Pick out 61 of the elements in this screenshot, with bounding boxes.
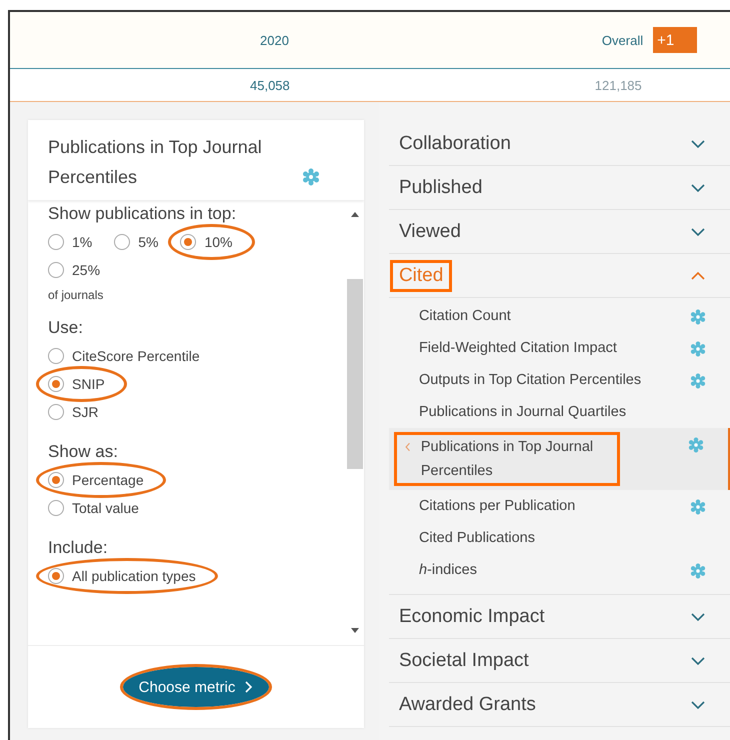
value-cell: 45,058 bbox=[250, 78, 290, 92]
group-label: Show publications in top: bbox=[48, 204, 236, 224]
column-header: Overall bbox=[602, 32, 644, 48]
section-label: Cited bbox=[390, 260, 452, 292]
metric-item[interactable]: Citations per Publication bbox=[388, 490, 730, 522]
section-label: Published bbox=[398, 176, 484, 200]
radio-option[interactable]: All publication types bbox=[48, 562, 204, 590]
item-label: h-indices bbox=[418, 561, 477, 579]
chevron-down-icon bbox=[690, 182, 706, 192]
item-label: Outputs in Top Citation Percentiles bbox=[418, 371, 642, 389]
column-header: 2020 bbox=[260, 32, 289, 48]
item-label: Citation Count bbox=[418, 307, 511, 325]
menu-section[interactable]: Societal Impact bbox=[388, 639, 730, 683]
menu-section[interactable]: Published bbox=[388, 166, 730, 210]
title-text: Publications in Top Journal Percentiles bbox=[48, 136, 263, 189]
item-label: Publications in Top Journal Percentiles bbox=[420, 438, 594, 481]
section-label: Economic Impact bbox=[398, 604, 546, 628]
scrollbar[interactable] bbox=[346, 200, 364, 645]
item-label: Field-Weighted Citation Impact bbox=[418, 339, 617, 357]
section-label: Awarded Grants bbox=[398, 692, 537, 716]
item-label: Cited Publications bbox=[418, 529, 536, 547]
chevron-right-icon bbox=[243, 680, 254, 694]
chevron-left-icon bbox=[404, 441, 411, 453]
chevron-down-icon bbox=[690, 612, 706, 622]
item-label: Citations per Publication bbox=[418, 497, 576, 515]
radio-option[interactable]: SJR bbox=[48, 398, 106, 426]
radio-option[interactable]: Total value bbox=[48, 494, 147, 522]
metric-item[interactable]: h-indices bbox=[388, 554, 730, 586]
radio-option[interactable]: 25% bbox=[48, 256, 108, 284]
metric-item[interactable]: Publications in Journal Quartiles bbox=[388, 396, 730, 428]
group-label: Show as: bbox=[48, 442, 118, 462]
chevron-up-icon bbox=[690, 270, 706, 280]
section-label: Viewed bbox=[398, 220, 462, 244]
item-label: Publications in Journal Quartiles bbox=[418, 403, 626, 421]
info-icon bbox=[302, 168, 320, 186]
section-label: Collaboration bbox=[398, 132, 512, 156]
section-label: Societal Impact bbox=[398, 648, 530, 672]
metric-item[interactable]: Publications in Top Journal Percentiles bbox=[388, 428, 730, 490]
menu-section[interactable]: Economic Impact bbox=[388, 595, 730, 639]
chevron-down-icon bbox=[690, 656, 706, 666]
choose-metric-button[interactable]: Choose metric bbox=[122, 667, 270, 707]
metric-item[interactable]: Cited Publications bbox=[388, 522, 730, 554]
group-label: Include: bbox=[48, 538, 108, 558]
menu-section[interactable]: Viewed bbox=[388, 210, 730, 254]
menu-section[interactable]: Collaboration bbox=[388, 122, 730, 166]
radio-option[interactable]: SNIP bbox=[48, 370, 113, 398]
metric-item[interactable]: Citation Count bbox=[388, 300, 730, 332]
chevron-down-icon bbox=[690, 138, 706, 148]
value-cell: 121,185 bbox=[594, 78, 642, 92]
menu-section[interactable]: Awarded Grants bbox=[388, 683, 730, 727]
radio-option[interactable]: 1% bbox=[48, 228, 100, 256]
group-label: Use: bbox=[48, 318, 83, 338]
note-text: of journals bbox=[48, 288, 104, 302]
radio-option[interactable]: 5% bbox=[114, 228, 166, 256]
radio-option[interactable]: CiteScore Percentile bbox=[48, 342, 208, 370]
radio-option[interactable]: 10% bbox=[180, 228, 240, 256]
radio-option[interactable]: Percentage bbox=[48, 466, 152, 494]
chevron-down-icon bbox=[690, 226, 706, 236]
metric-item[interactable]: Field-Weighted Citation Impact bbox=[388, 332, 730, 364]
metric-item[interactable]: Outputs in Top Citation Percentiles bbox=[388, 364, 730, 396]
chevron-down-icon bbox=[690, 700, 706, 710]
